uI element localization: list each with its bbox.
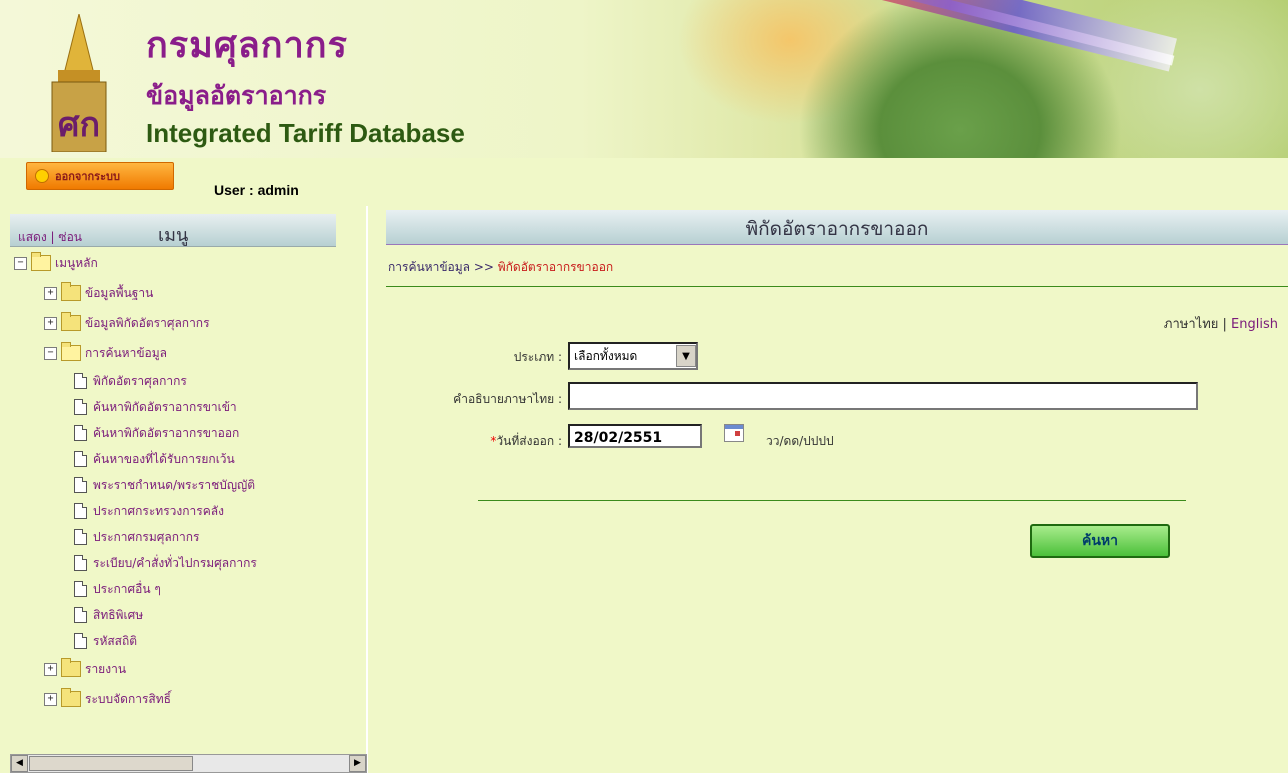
tree-item-label: รายงาน bbox=[85, 661, 127, 676]
lang-separator: | bbox=[1218, 317, 1232, 332]
folder-open-icon bbox=[31, 252, 51, 271]
show-hide-separator: | bbox=[50, 230, 55, 244]
expand-icon[interactable]: + bbox=[44, 692, 57, 706]
breadcrumb-parent[interactable]: การค้นหาข้อมูล >> bbox=[388, 260, 498, 274]
tree-leaf-royal-decree[interactable]: พระราชกำหนด/พระราชบัญญัติ bbox=[74, 474, 255, 496]
document-icon bbox=[74, 529, 87, 545]
tree-item-permissions[interactable]: + ระบบจัดการสิทธิ์ bbox=[44, 688, 171, 710]
folder-icon bbox=[61, 312, 81, 331]
tree-leaf-label: ค้นหาพิกัดอัตราอากรขาออก bbox=[93, 425, 240, 440]
logout-icon bbox=[35, 169, 49, 183]
lang-thai-link[interactable]: ภาษาไทย bbox=[1164, 317, 1218, 332]
export-date-label: *วันที่ส่งออก : bbox=[382, 432, 562, 451]
svg-text:ศก: ศก bbox=[58, 105, 100, 145]
document-icon bbox=[74, 555, 87, 571]
tree-item-label: ระบบจัดการสิทธิ์ bbox=[85, 691, 171, 706]
document-icon bbox=[74, 477, 87, 493]
page-title: พิกัดอัตราอากรขาออก bbox=[745, 218, 929, 240]
document-icon bbox=[74, 607, 87, 623]
document-icon bbox=[74, 451, 87, 467]
type-select[interactable]: เลือกทั้งหมด ▼ bbox=[568, 342, 698, 370]
scroll-thumb[interactable] bbox=[29, 756, 193, 771]
folder-icon bbox=[61, 282, 81, 301]
tree-item-basic-data[interactable]: + ข้อมูลพื้นฐาน bbox=[44, 282, 153, 304]
tree-leaf-privileges[interactable]: สิทธิพิเศษ bbox=[74, 604, 143, 626]
breadcrumb: การค้นหาข้อมูล >> พิกัดอัตราอากรขาออก bbox=[388, 258, 613, 277]
form-divider bbox=[478, 500, 1186, 501]
collapse-icon[interactable]: − bbox=[44, 346, 57, 360]
tree-leaf-label: ค้นหาพิกัดอัตราอากรขาเข้า bbox=[93, 399, 237, 414]
tree-leaf-regulations[interactable]: ระเบียบ/คำสั่งทั่วไปกรมศุลกากร bbox=[74, 552, 257, 574]
tree-leaf-export-search[interactable]: ค้นหาพิกัดอัตราอากรขาออก bbox=[74, 422, 239, 444]
export-date-input[interactable]: 28/02/2551 bbox=[568, 424, 702, 448]
tree-leaf-label: ประกาศกระทรวงการคลัง bbox=[93, 503, 224, 518]
document-icon bbox=[74, 425, 87, 441]
divider bbox=[386, 286, 1288, 287]
type-label: ประเภท : bbox=[513, 350, 562, 364]
customs-logo: ศก bbox=[51, 14, 107, 152]
tree-leaf-stat-codes[interactable]: รหัสสถิติ bbox=[74, 630, 137, 652]
expand-icon[interactable]: + bbox=[44, 662, 57, 676]
folder-icon bbox=[61, 688, 81, 707]
description-input[interactable] bbox=[568, 382, 1198, 410]
date-format-hint: วว/ดด/ปปปป bbox=[766, 434, 834, 448]
tree-leaf-label: ประกาศอื่น ๆ bbox=[93, 581, 161, 596]
tree-leaf-label: ค้นหาของที่ได้รับการยกเว้น bbox=[93, 451, 235, 466]
tree-leaf-exempt-search[interactable]: ค้นหาของที่ได้รับการยกเว้น bbox=[74, 448, 235, 470]
header-banner: ศก กรมศุลกากร ข้อมูลอัตราอากร Integrated… bbox=[0, 0, 1288, 158]
logout-button[interactable]: ออกจากระบบ bbox=[26, 162, 174, 190]
chevron-down-icon[interactable]: ▼ bbox=[676, 345, 696, 367]
expand-icon[interactable]: + bbox=[44, 316, 57, 330]
logout-label: ออกจากระบบ bbox=[55, 170, 120, 183]
header-subtitle-th: ข้อมูลอัตราอากร bbox=[146, 81, 327, 110]
tree-item-search[interactable]: − การค้นหาข้อมูล bbox=[44, 342, 167, 364]
show-menu-link[interactable]: แสดง bbox=[18, 230, 47, 244]
document-icon bbox=[74, 373, 87, 389]
tree-leaf-customs-tariff[interactable]: พิกัดอัตราศุลกากร bbox=[74, 370, 187, 392]
tree-leaf-label: พระราชกำหนด/พระราชบัญญัติ bbox=[93, 477, 256, 492]
header-title: กรมศุลกากร bbox=[146, 25, 348, 66]
folder-open-icon bbox=[61, 342, 81, 361]
tree-item-label: ข้อมูลพื้นฐาน bbox=[85, 285, 154, 300]
tree-leaf-other-notices[interactable]: ประกาศอื่น ๆ bbox=[74, 578, 161, 600]
lang-english-link[interactable]: English bbox=[1231, 317, 1278, 332]
tree-leaf-label: สิทธิพิเศษ bbox=[93, 607, 144, 622]
tree-leaf-label: ระเบียบ/คำสั่งทั่วไปกรมศุลกากร bbox=[93, 555, 257, 570]
tree-item-reports[interactable]: + รายงาน bbox=[44, 658, 126, 680]
tree-leaf-ministry-notice[interactable]: ประกาศกระทรวงการคลัง bbox=[74, 500, 224, 522]
tree-root[interactable]: − เมนูหลัก bbox=[14, 252, 98, 274]
type-select-value: เลือกทั้งหมด bbox=[574, 348, 638, 363]
document-icon bbox=[74, 633, 87, 649]
sidebar-horizontal-scrollbar[interactable]: ◀ ▶ bbox=[10, 754, 367, 773]
tree-root-label: เมนูหลัก bbox=[55, 255, 98, 270]
tree-leaf-customs-notice[interactable]: ประกาศกรมศุลกากร bbox=[74, 526, 199, 548]
scroll-right-arrow-icon[interactable]: ▶ bbox=[349, 755, 366, 772]
tree-item-label: การค้นหาข้อมูล bbox=[85, 345, 168, 360]
scroll-left-arrow-icon[interactable]: ◀ bbox=[11, 755, 28, 772]
breadcrumb-current: พิกัดอัตราอากรขาออก bbox=[497, 260, 614, 274]
tree-leaf-label: รหัสสถิติ bbox=[93, 633, 138, 648]
document-icon bbox=[74, 399, 87, 415]
menu-title: เมนู bbox=[158, 225, 189, 246]
language-switch: ภาษาไทย | English bbox=[1164, 313, 1278, 334]
user-label: User : admin bbox=[214, 182, 299, 198]
banner-globe-image bbox=[640, 0, 1288, 158]
tree-item-tariff-data[interactable]: + ข้อมูลพิกัดอัตราศุลกากร bbox=[44, 312, 210, 334]
collapse-icon[interactable]: − bbox=[14, 256, 27, 270]
tree-leaf-label: ประกาศกรมศุลกากร bbox=[93, 529, 200, 544]
description-label: คำอธิบายภาษาไทย : bbox=[453, 392, 562, 406]
folder-icon bbox=[61, 658, 81, 677]
calendar-icon[interactable] bbox=[724, 424, 744, 442]
expand-icon[interactable]: + bbox=[44, 286, 57, 300]
tree-item-label: ข้อมูลพิกัดอัตราศุลกากร bbox=[85, 315, 210, 330]
show-hide-links: แสดง | ซ่อน bbox=[18, 228, 82, 247]
header-subtitle-en: Integrated Tariff Database bbox=[146, 118, 465, 148]
tree-leaf-label: พิกัดอัตราศุลกากร bbox=[93, 373, 187, 388]
export-date-label-text: วันที่ส่งออก : bbox=[496, 434, 562, 448]
hide-menu-link[interactable]: ซ่อน bbox=[58, 230, 82, 244]
tree-leaf-import-search[interactable]: ค้นหาพิกัดอัตราอากรขาเข้า bbox=[74, 396, 237, 418]
document-icon bbox=[74, 503, 87, 519]
document-icon bbox=[74, 581, 87, 597]
search-button[interactable]: ค้นหา bbox=[1030, 524, 1170, 558]
